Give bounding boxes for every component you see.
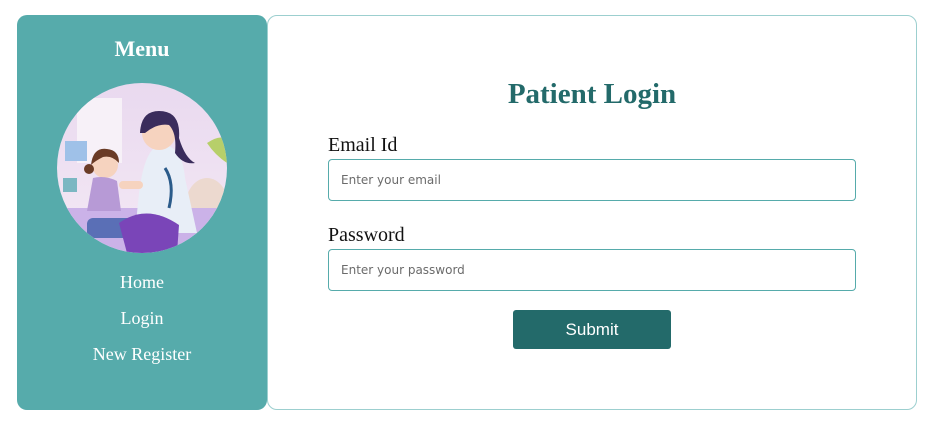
email-input[interactable] — [328, 159, 856, 201]
nav-new-register-link[interactable]: New Register — [17, 343, 267, 379]
sidebar-nav: Home Login New Register — [17, 271, 267, 379]
nav-login-link[interactable]: Login — [17, 307, 267, 343]
password-label: Password — [328, 224, 405, 246]
password-input[interactable] — [328, 249, 856, 291]
submit-button[interactable]: Submit — [513, 310, 671, 349]
sidebar-title: Menu — [114, 36, 170, 61]
nurse-child-illustration — [57, 83, 227, 253]
nav-home-link[interactable]: Home — [17, 271, 267, 307]
page-title: Patient Login — [507, 78, 677, 110]
sidebar-menu: Menu Home Login New Register — [17, 15, 267, 410]
email-label: Email Id — [328, 134, 398, 156]
login-panel: Patient Login Email Id Password Submit — [267, 15, 917, 410]
